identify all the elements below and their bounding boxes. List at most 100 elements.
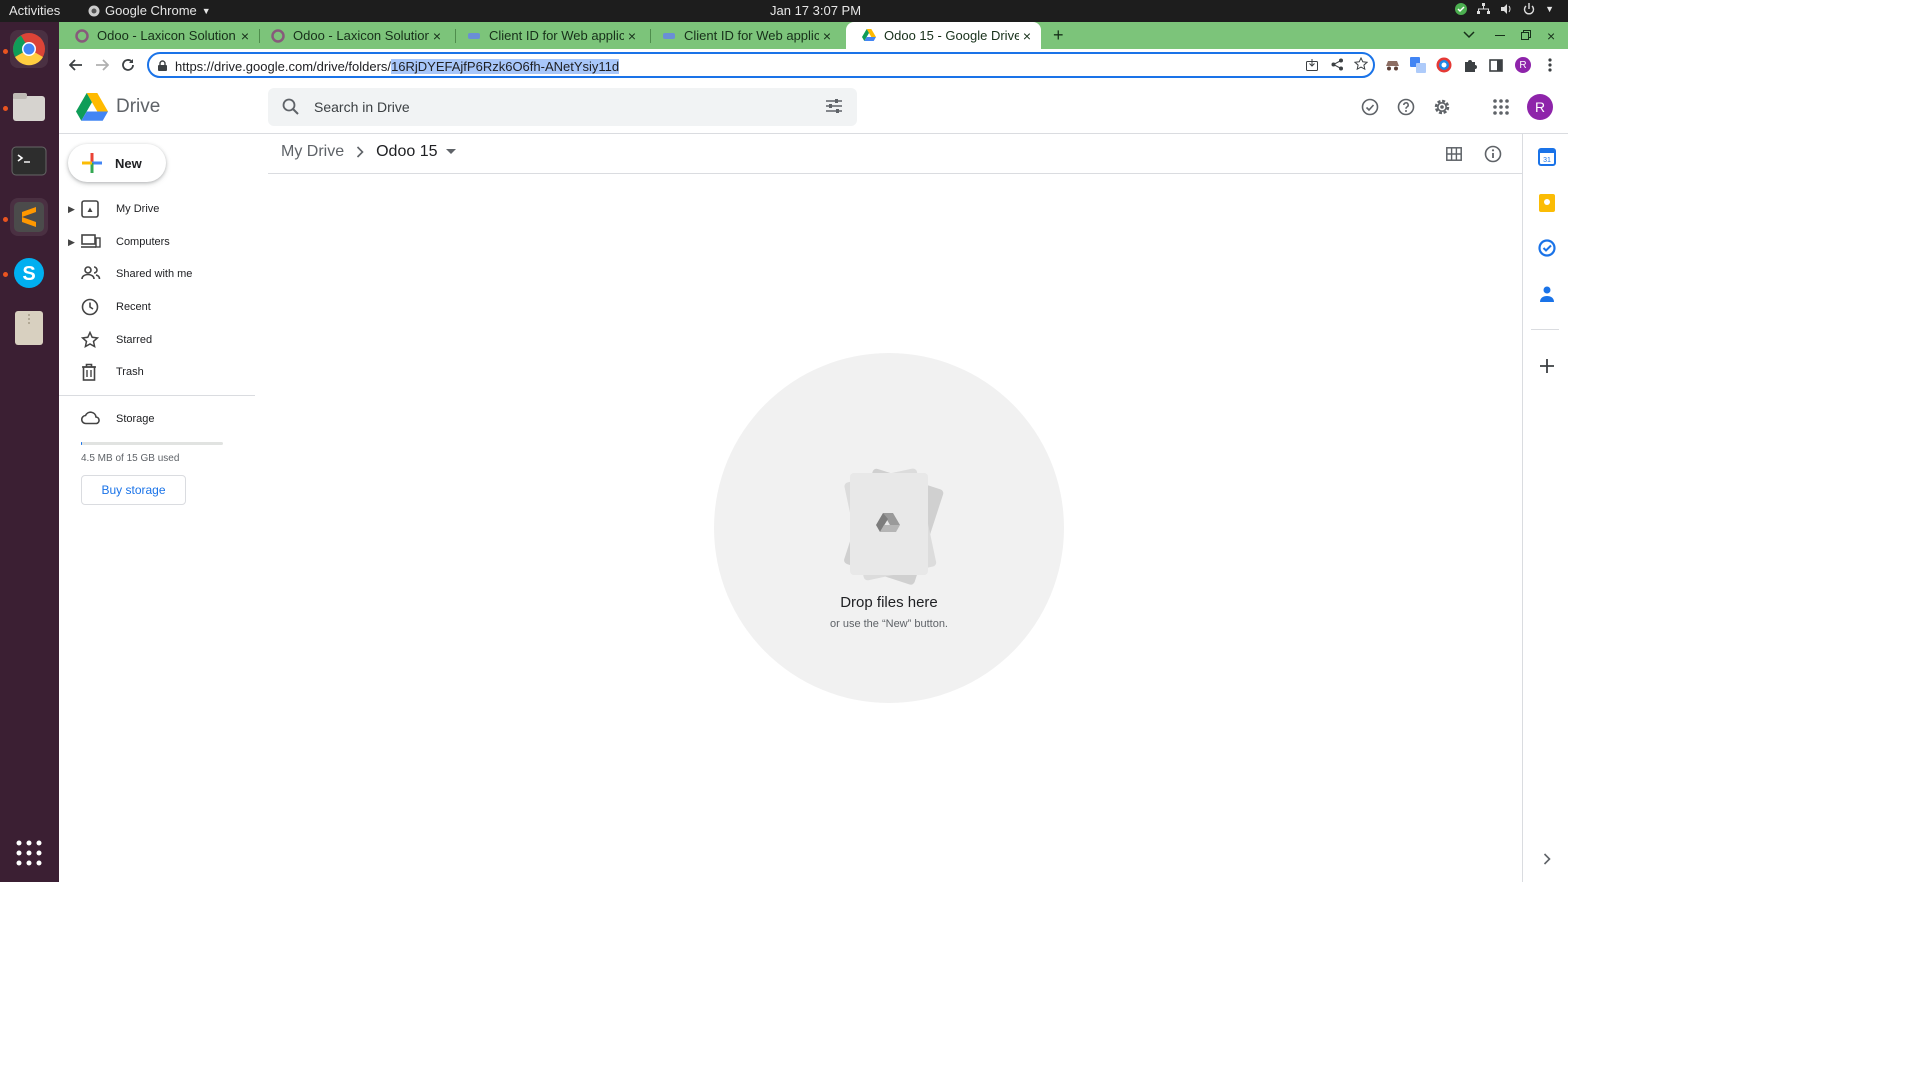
system-top-bar: Activities Google Chrome ▼ Jan 17 3:07 P… [0, 0, 1568, 22]
side-panel-icon[interactable] [1488, 57, 1504, 73]
url-base: https://drive.google.com/drive/folders/ [175, 59, 392, 74]
forward-icon[interactable] [92, 55, 112, 75]
shared-icon [81, 265, 101, 281]
offline-ready-icon[interactable] [1359, 96, 1381, 118]
reload-icon[interactable] [118, 55, 138, 75]
search-options-icon[interactable] [825, 98, 843, 114]
extensions-puzzle-icon[interactable] [1462, 57, 1478, 73]
minimize-icon[interactable] [1495, 35, 1505, 36]
sidebar-item-label: Starred [116, 334, 153, 346]
tab-client-id-2[interactable]: Client ID for Web applicat × [646, 22, 841, 49]
close-icon[interactable]: × [819, 28, 835, 44]
expand-arrow-icon[interactable]: ▶ [68, 204, 75, 215]
sidebar-item-computers[interactable]: ▶ Computers [59, 227, 255, 257]
terminal-icon[interactable] [10, 142, 48, 180]
sidebar: New ▶ My Drive ▶ Computers Shared with m… [59, 134, 267, 882]
translate-extension-icon[interactable] [1410, 57, 1426, 73]
chevron-right-icon [356, 146, 364, 158]
files-icon[interactable] [10, 88, 48, 126]
sidebar-item-shared[interactable]: Shared with me [59, 259, 255, 289]
sidebar-item-recent[interactable]: Recent [59, 292, 255, 322]
volume-icon [1500, 3, 1513, 15]
add-addon-icon[interactable] [1538, 357, 1556, 375]
folder-menu-chevron-icon[interactable] [445, 149, 456, 155]
drive-header: Drive Search in Drive R [59, 81, 1568, 134]
odoo-icon [271, 28, 285, 43]
sidebar-item-label: Computers [116, 236, 170, 248]
buy-storage-button[interactable]: Buy storage [81, 475, 186, 505]
new-tab-button[interactable]: + [1053, 25, 1064, 46]
clock[interactable]: Jan 17 3:07 PM [770, 3, 861, 18]
tab-search-icon[interactable] [1463, 30, 1475, 40]
info-icon[interactable] [1482, 143, 1504, 165]
tab-odoo-2[interactable]: Odoo - Laxicon Solution × [255, 22, 451, 49]
tab-strip: Odoo - Laxicon Solution × Odoo - Laxicon… [59, 22, 1568, 49]
svg-text:S: S [22, 263, 35, 285]
grid-view-icon[interactable] [1443, 143, 1465, 165]
tab-title: Client ID for Web applicat [489, 28, 624, 43]
color-extension-icon[interactable] [1436, 57, 1452, 73]
restore-icon[interactable] [1521, 30, 1531, 40]
drop-title: Drop files here [840, 594, 938, 611]
activities-button[interactable]: Activities [9, 3, 60, 18]
install-icon[interactable] [1305, 58, 1319, 72]
address-bar[interactable]: https://drive.google.com/drive/folders/1… [147, 52, 1375, 78]
close-window-icon[interactable]: × [1547, 28, 1555, 44]
my-drive-icon [81, 200, 99, 218]
chrome-small-icon [88, 5, 100, 17]
incognito-extension-icon[interactable] [1384, 57, 1400, 73]
close-icon[interactable]: × [429, 28, 445, 44]
app-menu[interactable]: Google Chrome ▼ [88, 3, 211, 18]
clock-icon [81, 298, 99, 316]
sidebar-item-trash[interactable]: Trash [59, 357, 255, 387]
kebab-menu-icon[interactable] [1542, 57, 1558, 73]
tab-odoo-1[interactable]: Odoo - Laxicon Solution × [59, 22, 259, 49]
breadcrumb-current-folder[interactable]: Odoo 15 [376, 143, 437, 161]
skype-icon[interactable]: S [10, 254, 48, 292]
close-icon[interactable]: × [624, 28, 640, 44]
archive-icon[interactable] [10, 309, 48, 347]
sidebar-item-starred[interactable]: Starred [59, 325, 255, 355]
main-content: My Drive Odoo 15 Drop files here or use … [268, 134, 1522, 882]
profile-avatar[interactable]: R [1515, 57, 1531, 73]
drop-subtitle: or use the “New” button. [829, 618, 948, 630]
tab-title: Client ID for Web applicat [684, 28, 819, 43]
storage-used-text: 4.5 MB of 15 GB used [81, 453, 180, 464]
sidebar-divider [59, 395, 255, 396]
apps-grid-icon[interactable] [1490, 96, 1512, 118]
show-apps-icon[interactable] [16, 840, 42, 866]
sublime-text-icon[interactable] [10, 198, 48, 236]
system-tray[interactable]: ▼ [1455, 3, 1554, 15]
svg-text:31: 31 [1543, 157, 1551, 164]
back-icon[interactable] [66, 55, 86, 75]
storage-progress-fill [81, 442, 83, 445]
breadcrumb-my-drive[interactable]: My Drive [281, 143, 344, 161]
account-avatar[interactable]: R [1527, 94, 1553, 120]
settings-gear-icon[interactable] [1431, 96, 1453, 118]
tab-google-drive[interactable]: Odoo 15 - Google Drive × [846, 22, 1041, 49]
drop-zone[interactable]: Drop files here or use the “New” button. [714, 353, 1064, 703]
drive-logo[interactable]: Drive [76, 93, 160, 121]
sidebar-item-storage[interactable]: Storage [59, 404, 255, 434]
plus-icon [82, 153, 102, 173]
help-icon[interactable] [1395, 96, 1417, 118]
search-box[interactable]: Search in Drive [268, 88, 857, 126]
calendar-icon[interactable]: 31 [1538, 148, 1556, 166]
close-icon[interactable]: × [237, 28, 253, 44]
chevron-down-icon: ▼ [201, 5, 211, 16]
keep-icon[interactable] [1538, 194, 1556, 212]
app-title: Drive [116, 96, 161, 117]
search-input[interactable]: Search in Drive [314, 99, 410, 115]
expand-arrow-icon[interactable]: ▶ [68, 237, 75, 248]
star-bookmark-icon[interactable] [1354, 57, 1368, 71]
sidebar-item-my-drive[interactable]: ▶ My Drive [59, 194, 255, 224]
collapse-panel-icon[interactable] [1538, 850, 1556, 868]
contacts-icon[interactable] [1538, 285, 1556, 303]
chrome-icon[interactable] [10, 30, 48, 68]
google-cloud-icon [662, 29, 676, 43]
new-button[interactable]: New [68, 144, 166, 182]
share-icon[interactable] [1331, 58, 1344, 71]
tasks-icon[interactable] [1538, 239, 1556, 257]
close-icon[interactable]: × [1019, 28, 1035, 44]
tab-client-id-1[interactable]: Client ID for Web applicat × [451, 22, 646, 49]
